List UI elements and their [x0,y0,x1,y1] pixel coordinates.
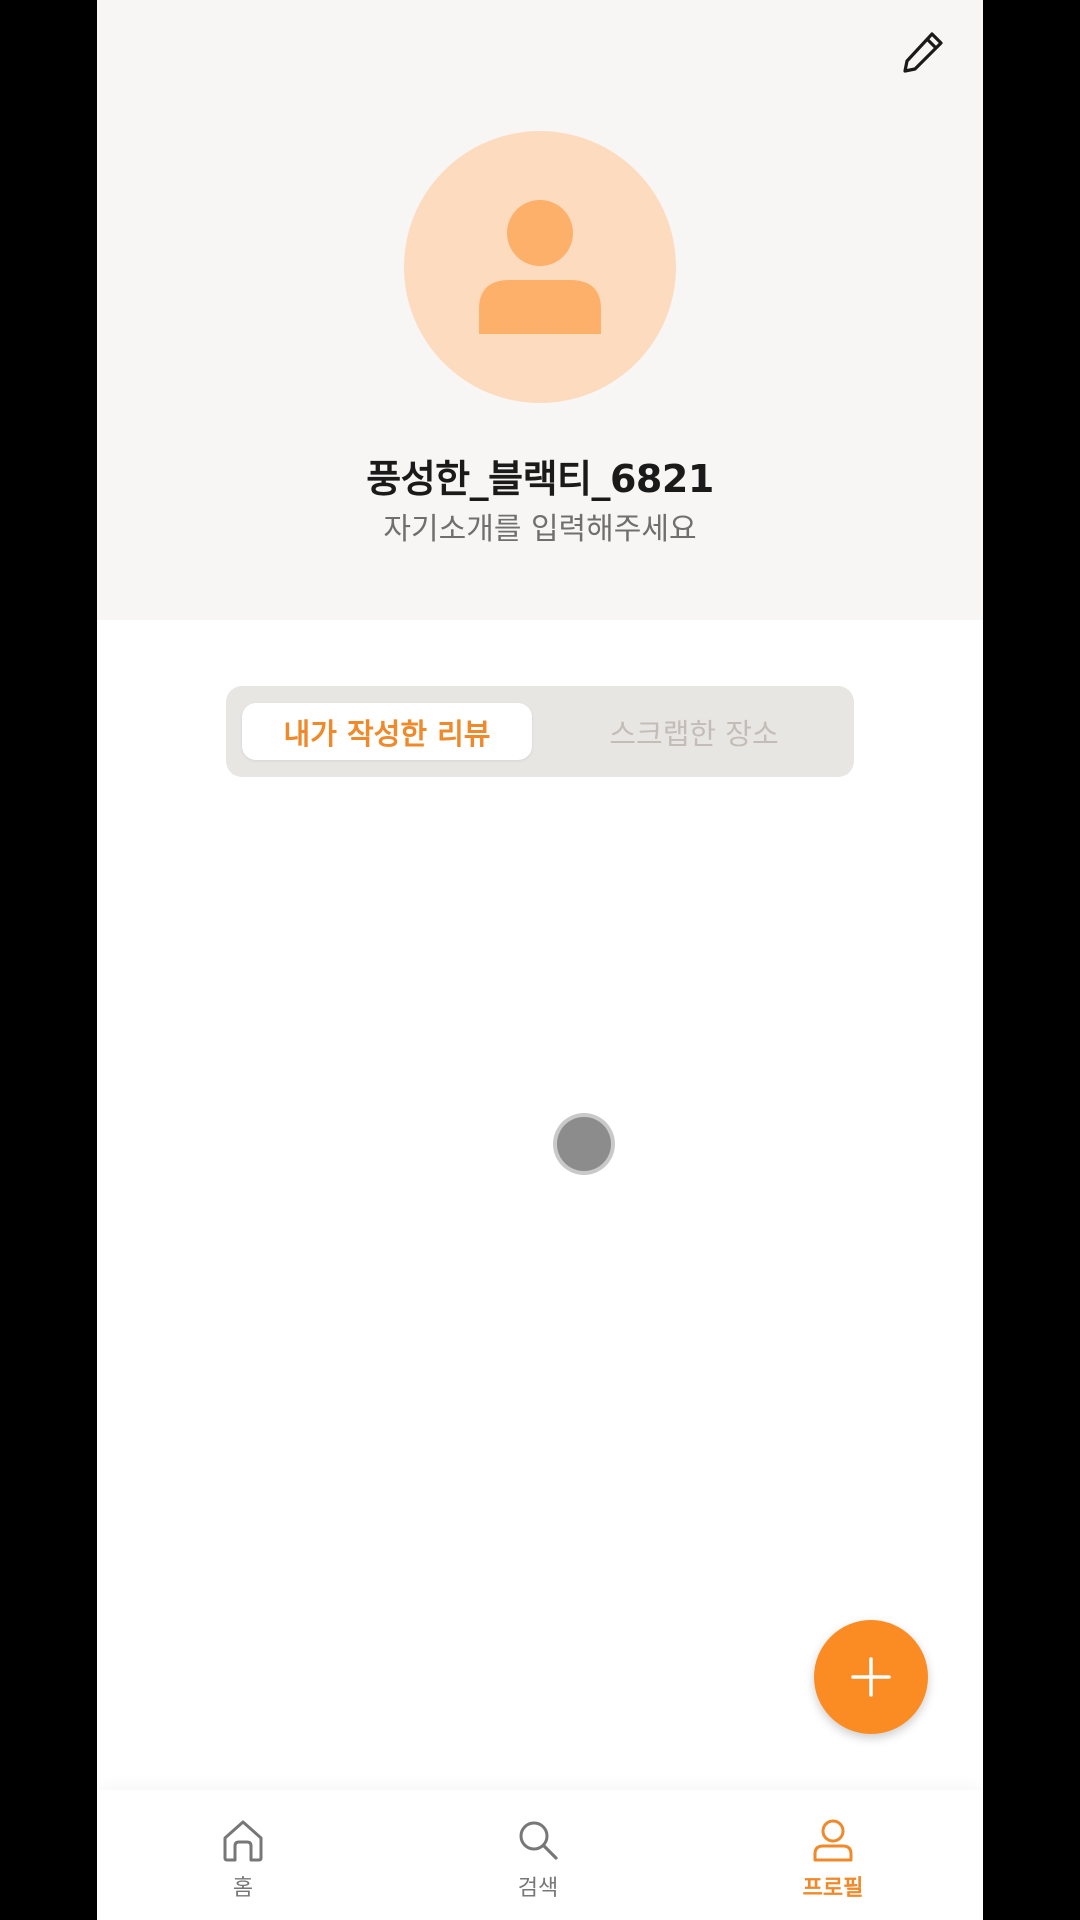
nav-item-search[interactable]: 검색 [438,1790,638,1920]
user-silhouette-icon [479,200,601,334]
tab-scrapped-places[interactable]: 스크랩한 장소 [549,703,839,760]
search-icon [519,1821,558,1860]
bottom-navigation: 홈 검색 프로필 [97,1790,983,1920]
username: 풍성한_블랙티_6821 [366,457,714,501]
profile-tabs: 내가 작성한 리뷰 스크랩한 장소 [226,686,854,777]
edit-profile-button[interactable] [893,22,953,82]
nav-label-profile: 프로필 [802,1876,864,1901]
nav-item-profile[interactable]: 프로필 [733,1790,933,1920]
app-screen: 풍성한_블랙티_6821 자기소개를 입력해주세요 내가 작성한 리뷰 스크랩한… [97,0,983,1920]
home-icon [223,1820,263,1862]
plus-icon [851,1657,891,1697]
nav-label-home: 홈 [232,1876,254,1901]
bio-placeholder[interactable]: 자기소개를 입력해주세요 [97,504,983,548]
add-button[interactable] [814,1620,928,1734]
pencil-icon [903,32,943,73]
nav-label-search: 검색 [517,1876,559,1901]
profile-header: 풍성한_블랙티_6821 자기소개를 입력해주세요 [97,0,983,620]
loading-indicator [557,1117,611,1171]
profile-icon [813,1819,853,1862]
avatar[interactable] [404,131,676,403]
nav-item-home[interactable]: 홈 [143,1790,343,1920]
tab-my-reviews[interactable]: 내가 작성한 리뷰 [242,703,532,760]
